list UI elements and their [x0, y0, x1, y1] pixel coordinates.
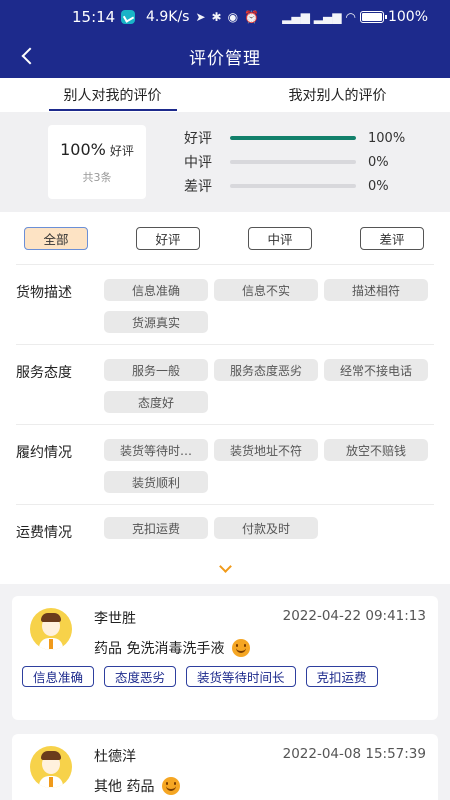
good-rate-label: 好评: [109, 143, 134, 158]
battery-text: 100%: [387, 9, 428, 25]
review-goods: 其他 药品: [94, 776, 181, 796]
reviewer-name: 李世胜: [94, 611, 136, 627]
status-center: 4.9K/s ➤ ✱ ◉ ⏰: [146, 0, 259, 34]
bar-row-bad: 差评 0%: [184, 178, 405, 196]
bluetooth-icon: ✱: [211, 10, 222, 24]
tab-reviews-given[interactable]: 我对别人的评价: [225, 78, 450, 112]
tag-chip[interactable]: 货源真实: [104, 311, 208, 333]
chip-group: 克扣运费 付款及时: [104, 517, 440, 539]
review-card[interactable]: 杜德洋 2022-04-08 15:57:39 其他 药品: [12, 734, 438, 800]
tag-chip[interactable]: 装货地址不符: [214, 439, 318, 461]
tag-chip[interactable]: 服务一般: [104, 359, 208, 381]
review-list: 李世胜 2022-04-22 09:41:13 药品 免洗消毒洗手液 信息准确 …: [0, 586, 450, 800]
page-title: 评价管理: [189, 48, 261, 69]
bar-percent: 100%: [368, 130, 406, 146]
bar-row-good: 好评 100%: [184, 130, 406, 148]
review-goods: 药品 免洗消毒洗手液: [94, 638, 251, 658]
score-card: 100% 好评 共3条: [48, 125, 146, 199]
review-card[interactable]: 李世胜 2022-04-22 09:41:13 药品 免洗消毒洗手液 信息准确 …: [12, 596, 438, 720]
good-rate-percent: 100%: [60, 139, 106, 159]
bar-label: 差评: [184, 179, 212, 195]
chip-group: 装货等待时… 装货地址不符 放空不赔钱 装货顺利: [104, 439, 440, 493]
avatar: [30, 746, 72, 788]
tag-chip[interactable]: 克扣运费: [104, 517, 208, 539]
progress-bar: [230, 184, 356, 188]
tag-chip[interactable]: 付款及时: [214, 517, 318, 539]
category-freight: 运费情况 克扣运费 付款及时: [16, 504, 434, 554]
status-left: 15:14: [72, 0, 136, 34]
back-button[interactable]: [14, 42, 42, 70]
tag-chip[interactable]: 装货等待时…: [104, 439, 208, 461]
tag-chip[interactable]: 描述相符: [324, 279, 428, 301]
smile-icon: [232, 639, 251, 657]
filter-good[interactable]: 好评: [136, 226, 200, 250]
category-service-attitude: 服务态度 服务一般 服务态度恶劣 经常不接电话 态度好: [16, 344, 434, 424]
review-tabs: 别人对我的评价 我对别人的评价: [0, 78, 450, 112]
signal-icon-2: ▂▄▆: [313, 10, 342, 24]
smile-icon: [162, 777, 181, 795]
bar-label: 好评: [184, 131, 212, 147]
tag-chip[interactable]: 信息不实: [214, 279, 318, 301]
status-time: 15:14: [72, 8, 116, 26]
progress-bar: [230, 160, 356, 164]
status-bar: 15:14 4.9K/s ➤ ✱ ◉ ⏰ ▂▄▆ ▂▄▆ ◠ 100%: [0, 0, 450, 34]
wifi-icon: ◠: [345, 10, 356, 24]
vibrate-icon: ◉: [227, 10, 239, 24]
avatar: [30, 608, 72, 650]
review-tag: 装货等待时间长: [186, 666, 296, 687]
chevron-left-icon: [21, 47, 39, 65]
review-total: 共3条: [82, 170, 112, 184]
progress-fill: [230, 136, 356, 140]
nav-bar: 评价管理: [0, 34, 450, 78]
filter-neutral[interactable]: 中评: [248, 226, 312, 250]
network-speed: 4.9K/s: [146, 9, 190, 25]
filter-bad[interactable]: 差评: [360, 226, 424, 250]
category-label: 服务态度: [16, 365, 72, 381]
tag-chip[interactable]: 放空不赔钱: [324, 439, 428, 461]
category-label: 货物描述: [16, 285, 72, 301]
alarm-icon: ⏰: [244, 10, 260, 24]
category-label: 运费情况: [16, 525, 72, 541]
review-tag: 克扣运费: [305, 666, 378, 687]
rating-summary: 100% 好评 共3条 好评 100% 中评 0% 差评 0%: [0, 112, 450, 212]
review-time: 2022-04-22 09:41:13: [282, 608, 426, 624]
goods-text: 药品 免洗消毒洗手液: [94, 641, 225, 657]
rating-bars: 好评 100% 中评 0% 差评 0%: [184, 130, 406, 196]
chip-group: 服务一般 服务态度恶劣 经常不接电话 态度好: [104, 359, 440, 413]
rating-filter-tabs: 全部 好评 中评 差评: [0, 212, 450, 264]
battery-icon: [359, 11, 387, 23]
bar-row-neutral: 中评 0%: [184, 154, 405, 172]
filter-panel: 全部 好评 中评 差评 货物描述 信息准确 信息不实 描述相符 货源真实 服务态…: [0, 212, 450, 584]
category-fulfillment: 履约情况 装货等待时… 装货地址不符 放空不赔钱 装货顺利: [16, 424, 434, 504]
review-time: 2022-04-08 15:57:39: [282, 746, 426, 762]
status-right: ▂▄▆ ▂▄▆ ◠ 100%: [282, 0, 428, 34]
chevron-down-icon: [218, 560, 232, 573]
tag-chip[interactable]: 装货顺利: [104, 471, 208, 493]
bar-label: 中评: [184, 155, 212, 171]
review-tag: 信息准确: [22, 666, 95, 687]
tag-chip[interactable]: 服务态度恶劣: [214, 359, 318, 381]
category-goods-description: 货物描述 信息准确 信息不实 描述相符 货源真实: [16, 264, 434, 344]
expand-button[interactable]: [218, 560, 232, 576]
bar-percent: 0%: [368, 154, 389, 170]
location-icon: ➤: [195, 10, 206, 24]
signal-icon: ▂▄▆: [282, 10, 310, 24]
bar-percent: 0%: [368, 178, 389, 194]
tag-chip[interactable]: 态度好: [104, 391, 208, 413]
telegram-icon: [121, 10, 136, 24]
category-label: 履约情况: [16, 445, 72, 461]
chip-group: 信息准确 信息不实 描述相符 货源真实: [104, 279, 440, 333]
review-tags: 信息准确 态度恶劣 装货等待时间长 克扣运费: [22, 666, 422, 687]
goods-text: 其他 药品: [94, 779, 155, 795]
progress-bar: [230, 136, 356, 140]
filter-all[interactable]: 全部: [24, 226, 88, 250]
reviewer-name: 杜德洋: [94, 749, 136, 765]
tab-reviews-received[interactable]: 别人对我的评价: [0, 78, 225, 112]
tag-chip[interactable]: 信息准确: [104, 279, 208, 301]
tag-chip[interactable]: 经常不接电话: [324, 359, 428, 381]
review-tag: 态度恶劣: [104, 666, 177, 687]
